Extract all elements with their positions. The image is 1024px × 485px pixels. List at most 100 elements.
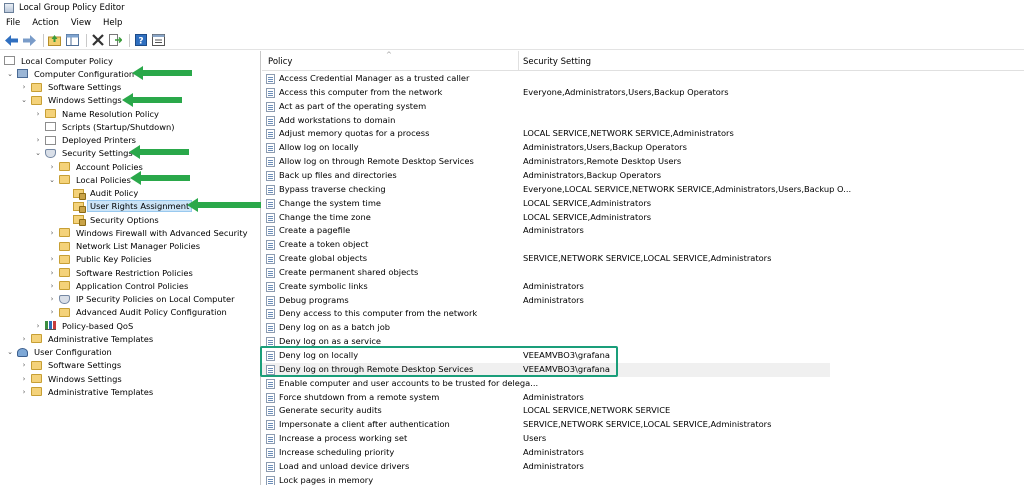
no-expander (62, 202, 70, 210)
collapsed-chevron-icon[interactable]: › (48, 229, 56, 237)
policy-row[interactable]: Load and unload device drivers Administra… (262, 460, 1024, 474)
tree-node[interactable]: › Windows Firewall with Advanced Security (48, 226, 250, 239)
forward-arrow-icon[interactable] (22, 33, 37, 48)
policy-row[interactable]: Deny log on as a service (262, 335, 1024, 349)
tree-node[interactable]: › Administrative Templates (20, 332, 155, 345)
policy-row[interactable]: Create a token object (262, 238, 1024, 252)
delete-icon[interactable] (90, 33, 105, 48)
tree-node[interactable]: › IP Security Policies on Local Computer (48, 293, 236, 306)
collapsed-chevron-icon[interactable]: › (20, 83, 28, 91)
tree-node[interactable]: ⌄ Windows Settings (20, 94, 124, 107)
collapsed-chevron-icon[interactable]: › (48, 282, 56, 290)
policy-row[interactable]: Increase a process working set Users (262, 432, 1024, 446)
properties-icon[interactable] (151, 33, 166, 48)
policy-row[interactable]: Add workstations to domain (262, 114, 1024, 128)
policy-row[interactable]: Act as part of the operating system (262, 100, 1024, 114)
policy-row[interactable]: Deny log on locally VEEAMVBO3\grafana (262, 349, 1024, 363)
policy-row[interactable]: Create global objects SERVICE,NETWORK SER… (262, 252, 1024, 266)
collapsed-chevron-icon[interactable]: › (34, 110, 42, 118)
column-header-security-setting[interactable]: Security Setting (523, 57, 591, 67)
tree-node[interactable]: User Rights Assignment (62, 200, 193, 213)
tree-node[interactable]: › Application Control Policies (48, 279, 190, 292)
tree-node[interactable]: Network List Manager Policies (48, 240, 202, 253)
tree-node[interactable]: Security Options (62, 213, 161, 226)
tree-node[interactable]: › Software Settings (20, 81, 123, 94)
tree-node[interactable]: › Deployed Printers (34, 134, 138, 147)
policy-row[interactable]: Force shutdown from a remote system Admin… (262, 391, 1024, 405)
tree-node[interactable]: ⌄ User Configuration (6, 346, 114, 359)
policy-row[interactable]: Deny log on through Remote Desktop Servi… (262, 362, 830, 377)
policy-row[interactable]: Change the system time LOCAL SERVICE,Admi… (262, 197, 1024, 211)
policy-row[interactable]: Access this computer from the network Eve… (262, 86, 1024, 100)
policy-row[interactable]: Generate security audits LOCAL SERVICE,NE… (262, 404, 1024, 418)
collapsed-chevron-icon[interactable]: › (48, 308, 56, 316)
policy-row[interactable]: Enable computer and user accounts to be … (262, 377, 1024, 391)
expanded-chevron-icon[interactable]: ⌄ (6, 70, 14, 78)
policy-row[interactable]: Allow log on locally Administrators,Users… (262, 141, 1024, 155)
export-list-icon[interactable] (108, 33, 123, 48)
policy-row[interactable]: Increase scheduling priority Administrato… (262, 446, 1024, 460)
policy-row[interactable]: Back up files and directories Administrat… (262, 169, 1024, 183)
expanded-chevron-icon[interactable]: ⌄ (20, 96, 28, 104)
tree-node[interactable]: ⌄ Security Settings (34, 147, 135, 160)
tree-node-label: User Configuration (34, 347, 112, 357)
policy-row[interactable]: Bypass traverse checking Everyone,LOCAL S… (262, 183, 1024, 197)
column-header-policy[interactable]: Policy (268, 57, 292, 67)
policy-row[interactable]: Allow log on through Remote Desktop Serv… (262, 155, 1024, 169)
collapsed-chevron-icon[interactable]: › (20, 361, 28, 369)
folder-icon (59, 162, 70, 171)
tree-node[interactable]: › Account Policies (48, 160, 145, 173)
tree-node[interactable]: › Windows Settings (20, 372, 124, 385)
tree-node[interactable]: › Administrative Templates (20, 385, 155, 398)
tree-node[interactable]: › Policy-based QoS (34, 319, 135, 332)
security-settings-icon (59, 294, 70, 304)
column-divider[interactable] (518, 51, 519, 71)
tree-node[interactable]: Scripts (Startup/Shutdown) (34, 120, 177, 133)
collapsed-chevron-icon[interactable]: › (48, 255, 56, 263)
policy-row[interactable]: Create symbolic links Administrators (262, 280, 1024, 294)
tree-node[interactable]: › Name Resolution Policy (34, 107, 161, 120)
back-arrow-icon[interactable] (4, 33, 19, 48)
toolbar-separator (86, 33, 87, 47)
collapsed-chevron-icon[interactable]: › (20, 375, 28, 383)
show-hide-tree-icon[interactable] (65, 33, 80, 48)
policy-row[interactable]: Deny log on as a batch job (262, 321, 1024, 335)
tree-node[interactable]: ⌄ Computer Configuration (6, 67, 136, 80)
policy-row[interactable]: Adjust memory quotas for a process LOCAL … (262, 127, 1024, 141)
qos-chart-icon (45, 321, 56, 330)
policy-row[interactable]: Change the time zone LOCAL SERVICE,Admini… (262, 211, 1024, 225)
menu-help[interactable]: Help (103, 18, 122, 28)
tree-node[interactable]: Audit Policy (62, 187, 140, 200)
policy-row[interactable]: Create a pagefile Administrators (262, 224, 1024, 238)
policy-row[interactable]: Lock pages in memory (262, 474, 1024, 485)
tree-node-label: Local Computer Policy (21, 55, 113, 66)
collapsed-chevron-icon[interactable]: › (34, 136, 42, 144)
policy-row[interactable]: Access Credential Manager as a trusted c… (262, 72, 1024, 86)
menu-file[interactable]: File (6, 18, 20, 28)
tree-node[interactable]: › Public Key Policies (48, 253, 154, 266)
menu-view[interactable]: View (71, 18, 91, 28)
tree-node[interactable]: Local Computer Policy (4, 54, 115, 67)
expanded-chevron-icon[interactable]: ⌄ (48, 176, 56, 184)
collapsed-chevron-icon[interactable]: › (20, 388, 28, 396)
menu-action[interactable]: Action (32, 18, 59, 28)
collapsed-chevron-icon[interactable]: › (48, 295, 56, 303)
policy-row[interactable]: Create permanent shared objects (262, 266, 1024, 280)
collapsed-chevron-icon[interactable]: › (20, 335, 28, 343)
collapsed-chevron-icon[interactable]: › (34, 322, 42, 330)
policy-row[interactable]: Debug programs Administrators (262, 294, 1024, 308)
policy-setting-icon (266, 392, 275, 403)
tree-node[interactable]: › Software Settings (20, 359, 123, 372)
expanded-chevron-icon[interactable]: ⌄ (34, 149, 42, 157)
collapsed-chevron-icon[interactable]: › (48, 163, 56, 171)
policy-row[interactable]: Impersonate a client after authenticatio… (262, 418, 1024, 432)
policy-row[interactable]: Deny access to this computer from the ne… (262, 307, 1024, 321)
policy-setting-icon (266, 351, 275, 361)
up-folder-icon[interactable] (47, 33, 62, 48)
help-icon[interactable]: ? (133, 33, 148, 48)
collapsed-chevron-icon[interactable]: › (48, 269, 56, 277)
tree-node[interactable]: › Advanced Audit Policy Configuration (48, 306, 229, 319)
tree-node[interactable]: › Software Restriction Policies (48, 266, 195, 279)
tree-node[interactable]: ⌄ Local Policies (48, 173, 133, 186)
expanded-chevron-icon[interactable]: ⌄ (6, 348, 14, 356)
